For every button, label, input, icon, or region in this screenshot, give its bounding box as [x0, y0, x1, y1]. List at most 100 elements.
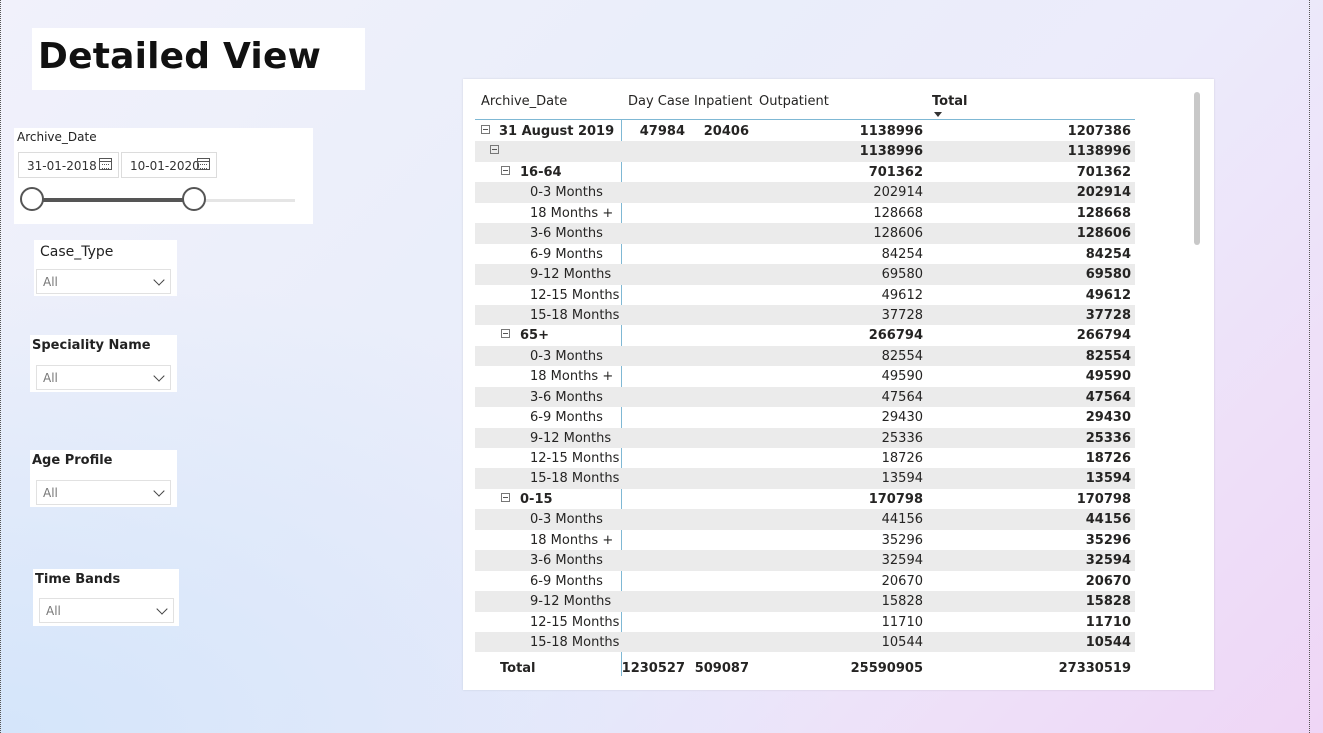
table-row: 15-18 Months 13594 13594	[475, 468, 1135, 489]
table-row: 3-6 Months 47564 47564	[475, 386, 1135, 408]
grand-total: 27330519	[1058, 661, 1131, 676]
total-cell: 128668	[1076, 205, 1131, 221]
outpatient-cell: 44156	[881, 512, 923, 528]
total-day-case: 1230527	[621, 661, 685, 676]
row-label: 0-3 Months	[530, 348, 603, 364]
time-bands-label: Time Bands	[35, 572, 121, 587]
table-row: 12-15 Months 18726 18726	[475, 448, 1135, 468]
collapse-icon[interactable]	[501, 329, 510, 339]
table-row: 18 Months + 35296 35296	[475, 530, 1135, 550]
date-range-selected-track	[32, 198, 194, 202]
title-card: Detailed View	[32, 28, 365, 90]
time-bands-dropdown[interactable]: All	[39, 598, 174, 623]
table-row: 9-12 Months 25336 25336	[475, 427, 1135, 448]
outpatient-cell: 84254	[881, 246, 923, 262]
speciality-name-dropdown[interactable]: All	[36, 365, 171, 390]
total-cell: 29430	[1085, 410, 1131, 426]
table-row: 6-9 Months 29430 29430	[475, 407, 1135, 427]
calendar-icon[interactable]	[99, 158, 112, 170]
total-cell: 35296	[1085, 532, 1131, 548]
outpatient-cell: 128668	[873, 205, 923, 221]
table-row: 18 Months + 128668 128668	[475, 203, 1135, 223]
row-label: 12-15 Months	[530, 287, 620, 303]
total-cell: 1138996	[1067, 144, 1131, 160]
total-cell: 49590	[1085, 369, 1131, 385]
total-cell: 49612	[1085, 287, 1131, 303]
table-row: 3-6 Months 128606 128606	[475, 223, 1135, 244]
total-cell: 10544	[1085, 634, 1131, 650]
calendar-icon[interactable]	[197, 158, 210, 170]
table-row: 6-9 Months 84254 84254	[475, 244, 1135, 264]
chevron-down-icon	[153, 274, 165, 286]
row-label: 9-12 Months	[530, 430, 612, 446]
table-row: 1138996 1138996	[475, 141, 1135, 162]
row-label: 3-6 Months	[530, 389, 603, 405]
collapse-icon[interactable]	[481, 125, 490, 134]
canvas-left-edge	[0, 0, 1, 733]
start-date-input[interactable]: 31-01-2018	[18, 152, 119, 178]
row-label: 0-3 Months	[530, 512, 603, 528]
row-label: 12-15 Months	[530, 451, 620, 466]
canvas-right-edge	[1309, 0, 1310, 733]
collapse-icon[interactable]	[490, 145, 499, 155]
row-label: 9-12 Months	[530, 594, 612, 610]
outpatient-cell: 1138996	[859, 144, 923, 160]
day-case-cell: 47984	[639, 124, 685, 139]
age-profile-dropdown[interactable]: All	[36, 480, 171, 505]
column-header-total[interactable]: Total	[932, 94, 968, 109]
row-label: 6-9 Months	[530, 410, 603, 426]
end-date-input[interactable]: 10-01-2020	[121, 152, 217, 178]
time-bands-value: All	[46, 604, 61, 618]
total-cell: 13594	[1085, 471, 1131, 487]
outpatient-cell: 25336	[881, 430, 923, 446]
outpatient-cell: 47564	[881, 389, 923, 405]
total-row: Total 1230527 509087 25590905 27330519	[475, 659, 1135, 681]
outpatient-cell: 82554	[881, 348, 923, 364]
total-cell: 20670	[1085, 573, 1131, 589]
total-inpatient: 509087	[694, 661, 749, 676]
speciality-name-slicer: Speciality Name All	[30, 335, 177, 392]
outpatient-cell: 18726	[881, 451, 923, 466]
row-label: 15-18 Months	[530, 634, 620, 650]
outpatient-cell: 13594	[881, 471, 923, 487]
outpatient-cell: 128606	[873, 226, 923, 242]
total-outpatient: 25590905	[850, 661, 923, 676]
total-cell: 37728	[1085, 307, 1131, 323]
outpatient-cell: 32594	[881, 553, 923, 569]
page-title: Detailed View	[38, 36, 322, 77]
total-cell: 266794	[1076, 328, 1131, 344]
table-row: 0-15 170798 170798	[475, 489, 1135, 509]
sort-descending-icon[interactable]	[934, 112, 942, 117]
range-start-handle[interactable]	[20, 187, 44, 211]
chevron-down-icon	[153, 485, 165, 497]
table-row: 12-15 Months 49612 49612	[475, 285, 1135, 305]
chevron-down-icon	[153, 370, 165, 382]
total-cell: 44156	[1085, 512, 1131, 528]
collapse-icon[interactable]	[501, 492, 510, 502]
row-label: 18 Months +	[530, 205, 614, 221]
outpatient-cell: 170798	[868, 491, 923, 507]
collapse-icon[interactable]	[501, 165, 510, 175]
row-label: 12-15 Months	[530, 614, 620, 630]
case-type-label: Case_Type	[40, 244, 114, 260]
column-header-outpatient[interactable]: Outpatient	[759, 94, 829, 109]
table-row: 6-9 Months 20670 20670	[475, 571, 1135, 591]
table-row: 0-3 Months 44156 44156	[475, 509, 1135, 530]
archive-date-slicer: Archive_Date 31-01-2018 10-01-2020	[14, 128, 313, 224]
speciality-name-label: Speciality Name	[32, 338, 151, 353]
outpatient-cell: 49612	[881, 287, 923, 303]
outpatient-cell: 10544	[881, 634, 923, 650]
total-cell: 11710	[1085, 614, 1131, 630]
column-header-archive-date[interactable]: Archive_Date	[481, 94, 567, 109]
range-end-handle[interactable]	[182, 187, 206, 211]
total-cell: 82554	[1085, 348, 1131, 364]
vertical-scrollbar[interactable]	[1194, 92, 1200, 245]
case-type-dropdown[interactable]: All	[36, 269, 171, 294]
archive-date-label: Archive_Date	[17, 130, 97, 144]
column-header-inpatient[interactable]: Inpatient	[694, 94, 752, 109]
matrix-visual: Archive_Date Day Case Inpatient Outpatie…	[463, 79, 1214, 690]
table-row: 9-12 Months 15828 15828	[475, 591, 1135, 612]
outpatient-cell: 202914	[873, 185, 923, 201]
row-label: 0-15	[520, 491, 553, 507]
column-header-day-case[interactable]: Day Case	[628, 94, 690, 109]
